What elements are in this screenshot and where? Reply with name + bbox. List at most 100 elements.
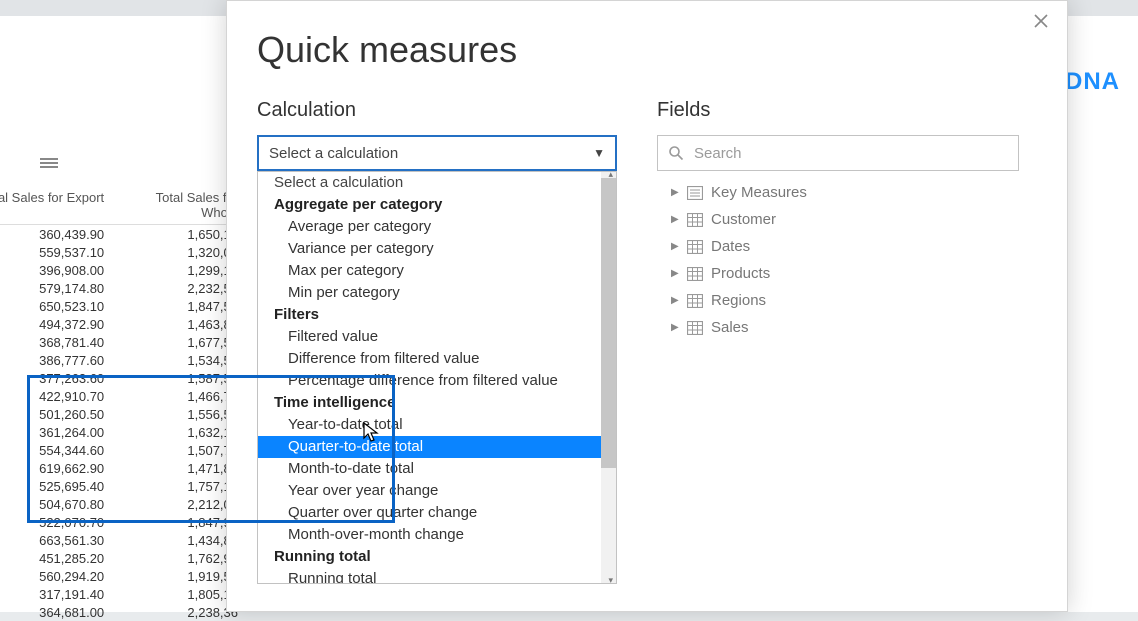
fields-tree-label: Customer <box>711 211 776 228</box>
dropdown-item[interactable]: Variance per category <box>258 238 601 260</box>
table-icon <box>687 267 703 281</box>
fields-tree-item[interactable]: ▶ Key Measures <box>657 179 1019 206</box>
chevron-right-icon: ▶ <box>671 322 679 333</box>
scroll-thumb[interactable] <box>601 178 616 468</box>
dropdown-item[interactable]: Percentage difference from filtered valu… <box>258 370 601 392</box>
dropdown-scrollbar[interactable]: ▴ ▾ <box>601 172 616 583</box>
dropdown-item[interactable]: Running total <box>258 568 601 584</box>
table-row: 522,070.701,847,90 <box>0 513 244 531</box>
calculation-select[interactable]: Select a calculation ▼ <box>257 135 617 171</box>
scroll-down-icon[interactable]: ▾ <box>608 575 613 584</box>
table-row: 360,439.901,650,19 <box>0 225 244 243</box>
table-row: 361,264.001,632,14 <box>0 423 244 441</box>
cell-sales-export: 368,781.40 <box>0 335 118 350</box>
chevron-right-icon: ▶ <box>671 187 679 198</box>
cell-sales-export: 396,908.00 <box>0 263 118 278</box>
cell-sales-export: 525,695.40 <box>0 479 118 494</box>
cell-sales-export: 559,537.10 <box>0 245 118 260</box>
fields-search-input[interactable] <box>694 145 1008 162</box>
table-row: 501,260.501,556,56 <box>0 405 244 423</box>
table-row: 560,294.201,919,59 <box>0 567 244 585</box>
fields-tree-item[interactable]: ▶ Products <box>657 260 1019 287</box>
dropdown-group-header: Filters <box>258 304 601 326</box>
fields-tree-item[interactable]: ▶ Sales <box>657 314 1019 341</box>
cell-sales-export: 364,681.00 <box>0 605 118 620</box>
table-row: 525,695.401,757,18 <box>0 477 244 495</box>
dropdown-item-placeholder[interactable]: Select a calculation <box>258 172 601 194</box>
fields-tree: ▶Key Measures▶Customer▶Dates▶Products▶Re… <box>657 179 1019 341</box>
fields-tree-label: Products <box>711 265 770 282</box>
calculation-label: Calculation <box>257 99 356 122</box>
dropdown-item[interactable]: Quarter-to-date total <box>258 436 601 458</box>
cell-sales-export: 619,662.90 <box>0 461 118 476</box>
fields-tree-label: Key Measures <box>711 184 807 201</box>
fields-tree-item[interactable]: ▶Dates <box>657 233 1019 260</box>
quick-measures-dialog: Quick measures Calculation Fields Select… <box>226 0 1068 612</box>
dialog-title: Quick measures <box>257 29 517 71</box>
dropdown-item[interactable]: Month-to-date total <box>258 458 601 480</box>
cell-sales-export: 361,264.00 <box>0 425 118 440</box>
table-row: 364,681.002,238,36 <box>0 603 244 621</box>
fields-tree-item[interactable]: ▶ Customer <box>657 206 1019 233</box>
table-row: 368,781.401,677,50 <box>0 333 244 351</box>
dropdown-item[interactable]: Average per category <box>258 216 601 238</box>
table-row: 579,174.802,232,53 <box>0 279 244 297</box>
table-row: 422,910.701,466,71 <box>0 387 244 405</box>
table-row: 554,344.601,507,76 <box>0 441 244 459</box>
cell-sales-export: 451,285.20 <box>0 551 118 566</box>
cell-sales-export: 317,191.40 <box>0 587 118 602</box>
table-row: 494,372.901,463,86 <box>0 315 244 333</box>
dropdown-item[interactable]: Year over year change <box>258 480 601 502</box>
calculation-dropdown[interactable]: Select a calculationAggregate per catego… <box>257 171 617 584</box>
fields-tree-item[interactable]: ▶ Regions <box>657 287 1019 314</box>
dropdown-item[interactable]: Filtered value <box>258 326 601 348</box>
cell-sales-export: 360,439.90 <box>0 227 118 242</box>
cell-sales-export: 386,777.60 <box>0 353 118 368</box>
table-row: 396,908.001,299,15 <box>0 261 244 279</box>
fields-tree-label: Dates <box>711 238 750 255</box>
dropdown-item[interactable]: Max per category <box>258 260 601 282</box>
fields-search-box[interactable] <box>657 135 1019 171</box>
table-header: al Sales for Export Total Sales for Whol… <box>0 186 244 225</box>
chevron-down-icon: ▼ <box>593 146 605 160</box>
cell-sales-export: 501,260.50 <box>0 407 118 422</box>
col-header-sales-export: al Sales for Export <box>0 190 118 220</box>
cell-sales-export: 554,344.60 <box>0 443 118 458</box>
table-row: 559,537.101,320,03 <box>0 243 244 261</box>
dropdown-item[interactable]: Quarter over quarter change <box>258 502 601 524</box>
chevron-right-icon: ▶ <box>671 295 679 306</box>
dropdown-group-header: Aggregate per category <box>258 194 601 216</box>
dropdown-item[interactable]: Month-over-month change <box>258 524 601 546</box>
background-table: al Sales for Export Total Sales for Whol… <box>0 150 244 621</box>
dropdown-item[interactable]: Min per category <box>258 282 601 304</box>
fields-label: Fields <box>657 99 710 122</box>
table-row: 377,263.601,587,56 <box>0 369 244 387</box>
chevron-right-icon: ▶ <box>671 214 679 225</box>
table-icon <box>687 213 703 227</box>
table-icon <box>687 294 703 308</box>
calculation-select-value: Select a calculation <box>269 145 398 162</box>
dropdown-item[interactable]: Year-to-date total <box>258 414 601 436</box>
dropdown-group-header: Running total <box>258 546 601 568</box>
cell-sales-export: 494,372.90 <box>0 317 118 332</box>
fields-tree-label: Regions <box>711 292 766 309</box>
cell-sales-export: 579,174.80 <box>0 281 118 296</box>
cell-sales-export: 422,910.70 <box>0 389 118 404</box>
close-button[interactable] <box>1029 11 1053 35</box>
cell-sales-export: 377,263.60 <box>0 371 118 386</box>
search-icon <box>668 145 684 161</box>
table-row: 663,561.301,434,85 <box>0 531 244 549</box>
table-icon <box>687 240 703 254</box>
table-row: 317,191.401,805,19 <box>0 585 244 603</box>
cell-sales-export: 522,070.70 <box>0 515 118 530</box>
table-icon <box>687 321 703 335</box>
fields-tree-label: Sales <box>711 319 749 336</box>
table-row: 650,523.101,847,55 <box>0 297 244 315</box>
close-icon <box>1033 13 1049 29</box>
cell-sales-export: 560,294.20 <box>0 569 118 584</box>
dropdown-item[interactable]: Difference from filtered value <box>258 348 601 370</box>
table-row: 386,777.601,534,56 <box>0 351 244 369</box>
cell-sales-export: 504,670.80 <box>0 497 118 512</box>
brand-dna: DNA <box>1065 68 1120 95</box>
chevron-right-icon: ▶ <box>671 268 679 279</box>
